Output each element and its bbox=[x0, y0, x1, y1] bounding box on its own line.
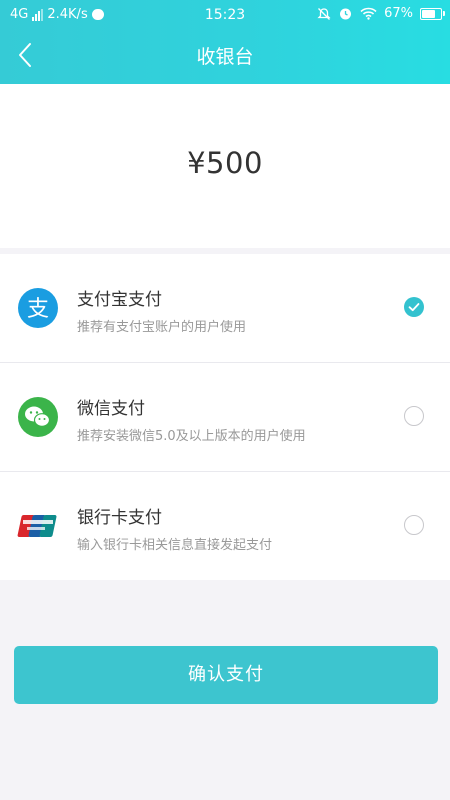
payment-method-list: 支 支付宝支付 推荐有支付宝账户的用户使用 微信支付 推荐安装微信5.0及以上版… bbox=[0, 254, 450, 580]
status-right: 67% bbox=[317, 6, 445, 21]
battery-fill bbox=[422, 9, 436, 18]
svg-text:支: 支 bbox=[27, 297, 49, 322]
check-icon bbox=[408, 303, 420, 312]
method-description: 推荐安装微信5.0及以上版本的用户使用 bbox=[77, 429, 306, 444]
unionpay-icon bbox=[17, 515, 57, 537]
method-radio[interactable] bbox=[404, 406, 424, 426]
title-bar: 收银台 bbox=[0, 30, 450, 80]
mute-alarm-icon bbox=[317, 7, 331, 20]
page-title: 收银台 bbox=[196, 46, 254, 68]
confirm-payment-button[interactable]: 确认支付 bbox=[14, 646, 438, 704]
wechat-icon bbox=[18, 397, 58, 437]
battery-percent: 67% bbox=[384, 6, 413, 21]
method-description: 推荐有支付宝账户的用户使用 bbox=[77, 320, 247, 335]
method-name: 支付宝支付 bbox=[77, 290, 162, 310]
alarm-clock-icon bbox=[340, 8, 352, 20]
wifi-icon bbox=[360, 7, 377, 20]
method-name: 银行卡支付 bbox=[77, 508, 162, 528]
method-description: 输入银行卡相关信息直接发起支付 bbox=[77, 538, 273, 553]
payment-method-bankcard[interactable]: 银行卡支付 输入银行卡相关信息直接发起支付 bbox=[0, 472, 450, 580]
battery-icon bbox=[420, 7, 445, 20]
payment-method-wechat[interactable]: 微信支付 推荐安装微信5.0及以上版本的用户使用 bbox=[0, 363, 450, 472]
payment-method-alipay[interactable]: 支 支付宝支付 推荐有支付宝账户的用户使用 bbox=[0, 254, 450, 363]
status-bar: 4G 2.4K/s 15:23 67% bbox=[0, 0, 450, 30]
amount-section: ¥500 bbox=[0, 84, 450, 248]
payment-amount: ¥500 bbox=[187, 146, 263, 180]
method-name: 微信支付 bbox=[77, 399, 145, 419]
method-radio[interactable] bbox=[404, 515, 424, 535]
alipay-icon: 支 bbox=[18, 288, 58, 328]
method-radio[interactable] bbox=[404, 297, 424, 317]
header: 4G 2.4K/s 15:23 67% 收银台 bbox=[0, 0, 450, 84]
